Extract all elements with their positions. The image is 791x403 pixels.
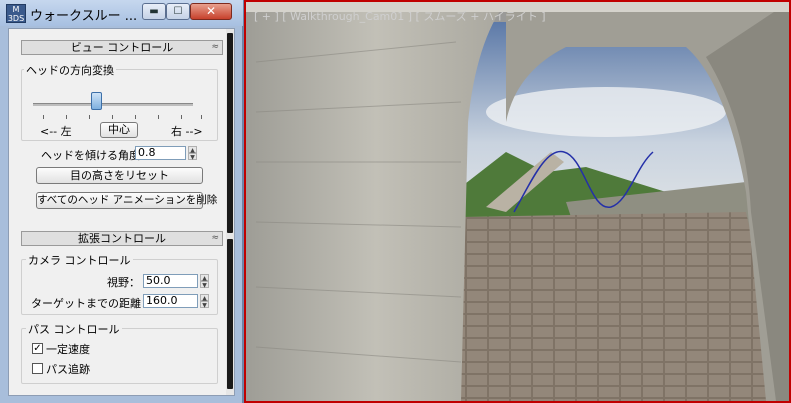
follow-path-label: パス追跡 [46, 363, 90, 376]
dialog-client-area: ビュー コントロール ≈ ヘッドの方向変換 <-- 左 中心 右 --> ヘッド… [8, 28, 235, 396]
tilt-angle-input[interactable]: 0.8 [135, 146, 186, 160]
spinner-up-icon[interactable]: ▲ [200, 274, 209, 282]
target-distance-spinner-arrows[interactable]: ▲ ▼ [200, 294, 209, 309]
spinner-down-icon[interactable]: ▼ [188, 153, 197, 161]
rollout-scrollbar[interactable] [226, 29, 234, 395]
walkthrough-dialog: M 3DS ウォークスルー ... ▬ ☐ ✕ ビュー コントロール ≈ ヘッド… [0, 0, 243, 403]
cloud [486, 87, 726, 137]
target-distance-label: ターゲットまでの距離： [31, 297, 152, 310]
viewport-label[interactable]: [ + ] [ Walkthrough_Cam01 ] [ スムーズ + ハイラ… [254, 8, 546, 24]
collapse-icon[interactable]: ≈ [211, 41, 219, 54]
scrollbar-thumb[interactable] [227, 33, 233, 233]
slider-tick [135, 115, 136, 119]
advanced-control-title: 拡張コントロール [78, 232, 166, 245]
maximize-button[interactable]: ☐ [166, 3, 190, 20]
constant-speed-checkbox[interactable]: ✓ [32, 343, 43, 354]
target-distance-input[interactable]: 160.0 [143, 294, 198, 308]
camera-control-group-label: カメラ コントロール [26, 252, 133, 268]
minimize-button[interactable]: ▬ [142, 3, 166, 20]
3dsmax-app-icon: M 3DS [6, 4, 26, 23]
tilt-angle-spinner-arrows[interactable]: ▲ ▼ [188, 146, 197, 161]
path-control-group-label: パス コントロール [26, 321, 122, 337]
head-turn-slider-track[interactable] [33, 103, 193, 106]
app-icon-subtext: 3DS [7, 14, 25, 23]
window-title: ウォークスルー ... [30, 9, 138, 24]
view-control-rollout-header[interactable]: ビュー コントロール ≈ [21, 40, 223, 55]
scrollbar-thumb-lower[interactable] [227, 239, 233, 389]
app-icon-letter: M [12, 5, 20, 14]
spinner-up-icon[interactable]: ▲ [188, 146, 197, 154]
view-control-title: ビュー コントロール [70, 41, 174, 54]
tilt-angle-label: ヘッドを傾ける角度 [41, 149, 140, 162]
left-direction-label: <-- 左 [40, 125, 72, 138]
spinner-down-icon[interactable]: ▼ [200, 301, 209, 309]
slider-tick [112, 115, 113, 119]
right-direction-label: 右 --> [171, 125, 203, 138]
center-button[interactable]: 中心 [100, 122, 138, 138]
slider-tick [89, 115, 90, 119]
close-button[interactable]: ✕ [190, 3, 232, 20]
slider-tick [66, 115, 67, 119]
constant-speed-label: 一定速度 [46, 343, 90, 356]
head-turn-slider-thumb[interactable] [91, 92, 102, 110]
viewport-scene [246, 2, 789, 401]
follow-path-checkbox[interactable] [32, 363, 43, 374]
head-turn-group-label: ヘッドの方向変換 [24, 62, 116, 78]
reset-eye-height-button[interactable]: 目の高さをリセット [36, 167, 203, 184]
title-bar[interactable]: M 3DS ウォークスルー ... ▬ ☐ ✕ [0, 0, 243, 26]
delete-head-animation-button[interactable]: すべてのヘッド アニメーションを削除 [36, 192, 217, 209]
slider-tick [201, 115, 202, 119]
brick-floor [426, 212, 789, 401]
slider-tick [181, 115, 182, 119]
slider-tick [158, 115, 159, 119]
advanced-control-rollout-header[interactable]: 拡張コントロール ≈ [21, 231, 223, 246]
spinner-up-icon[interactable]: ▲ [200, 294, 209, 302]
fov-label: 視野： [107, 276, 140, 289]
fov-input[interactable]: 50.0 [143, 274, 198, 288]
fov-spinner-arrows[interactable]: ▲ ▼ [200, 274, 209, 289]
spinner-down-icon[interactable]: ▼ [200, 281, 209, 289]
collapse-icon[interactable]: ≈ [211, 232, 219, 245]
slider-tick [43, 115, 44, 119]
camera-viewport[interactable]: [ + ] [ Walkthrough_Cam01 ] [ スムーズ + ハイラ… [244, 0, 791, 403]
